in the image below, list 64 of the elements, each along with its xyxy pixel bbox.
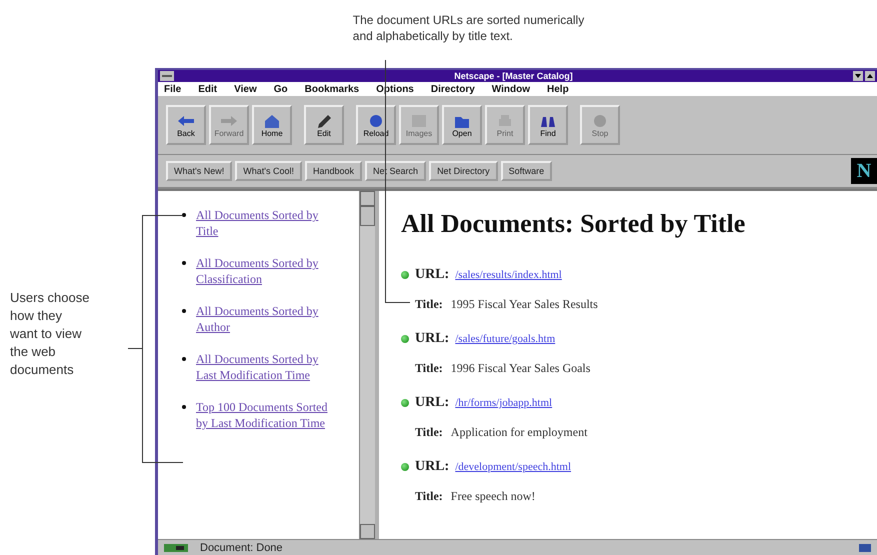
key-icon: [164, 542, 188, 552]
bullet-icon: [401, 271, 409, 279]
directory-button[interactable]: What's Cool!: [235, 161, 302, 181]
url-link[interactable]: /development/speech.html: [455, 461, 572, 473]
directory-button[interactable]: Handbook: [304, 161, 362, 181]
scrollbar[interactable]: [359, 191, 375, 539]
logo: N: [851, 158, 877, 184]
menu-item[interactable]: Go: [274, 84, 288, 94]
page-heading: All Documents: Sorted by Title: [401, 209, 746, 239]
bullet-icon: [182, 213, 186, 217]
menu-item[interactable]: Help: [547, 84, 569, 94]
directory-button[interactable]: Software: [500, 161, 552, 181]
scroll-up-button[interactable]: [360, 191, 375, 206]
toolbar-button[interactable]: Home: [252, 105, 292, 145]
title-label: Title:: [415, 360, 443, 376]
url-link[interactable]: /hr/forms/jobapp.html: [455, 397, 552, 409]
menu-item[interactable]: File: [164, 84, 182, 94]
url-label: URL:: [415, 331, 450, 347]
title-label: Title:: [415, 488, 443, 504]
menu-item[interactable]: Window: [492, 84, 530, 94]
bullet-icon: [182, 357, 186, 361]
toolbar-button[interactable]: Open: [442, 105, 482, 145]
sort-link[interactable]: All Documents Sorted by Last Modification Time: [196, 351, 336, 383]
minimize-icon[interactable]: [853, 71, 863, 81]
callout-text: The document URLs are sorted numerically and alphabetically by title text.: [352, 12, 584, 45]
title-label: Title:: [415, 424, 443, 440]
toolbar-button[interactable]: Edit: [304, 105, 344, 145]
mail-icon[interactable]: [859, 542, 871, 552]
directory-button[interactable]: What's New!: [166, 161, 232, 181]
system-menu-icon[interactable]: [160, 71, 174, 81]
sort-link[interactable]: All Documents Sorted by Author: [196, 303, 336, 335]
url-link[interactable]: /sales/results/index.html: [455, 269, 562, 281]
sort-link[interactable]: All Documents Sorted by Classification: [196, 255, 336, 287]
menu-item[interactable]: Edit: [198, 84, 218, 94]
house-icon: [262, 112, 282, 128]
toolbar-button[interactable]: Find: [528, 105, 568, 145]
bullet-icon: [401, 399, 409, 407]
window-title: Netscape - [Master Catalog]: [453, 70, 574, 82]
menu-item[interactable]: Directory: [430, 84, 475, 94]
menu-item[interactable]: View: [234, 84, 257, 94]
bullet-icon: [401, 335, 409, 343]
url-label: URL:: [415, 459, 450, 475]
bullet-icon: [401, 463, 409, 471]
url-link[interactable]: /sales/future/goals.htm: [455, 333, 556, 345]
title-text: 1995 Fiscal Year Sales Results: [450, 296, 598, 312]
url-label: URL:: [415, 267, 450, 283]
scroll-down-button[interactable]: [360, 524, 375, 539]
status-text: Document: Done: [200, 542, 283, 554]
bullet-icon: [182, 309, 186, 313]
toolbar-button[interactable]: Back: [166, 105, 206, 145]
title-text: 1996 Fiscal Year Sales Goals: [450, 360, 590, 376]
title-text: Free speech now!: [450, 488, 536, 504]
directory-button[interactable]: Net Directory: [429, 161, 498, 181]
sort-link[interactable]: All Documents Sorted by Title: [196, 207, 336, 239]
url-label: URL:: [415, 395, 450, 411]
maximize-icon[interactable]: [865, 71, 875, 81]
menu-item[interactable]: Bookmarks: [304, 84, 360, 94]
callout-text: Users choose how they want to view the web documents: [10, 288, 90, 378]
title-text: Application for employment: [450, 424, 588, 440]
bullet-icon: [182, 261, 186, 265]
bullet-icon: [182, 405, 186, 409]
scroll-thumb[interactable]: [360, 206, 375, 226]
title-label: Title:: [415, 296, 443, 312]
sort-link[interactable]: Top 100 Documents Sorted by Last Modification Time: [196, 399, 336, 431]
